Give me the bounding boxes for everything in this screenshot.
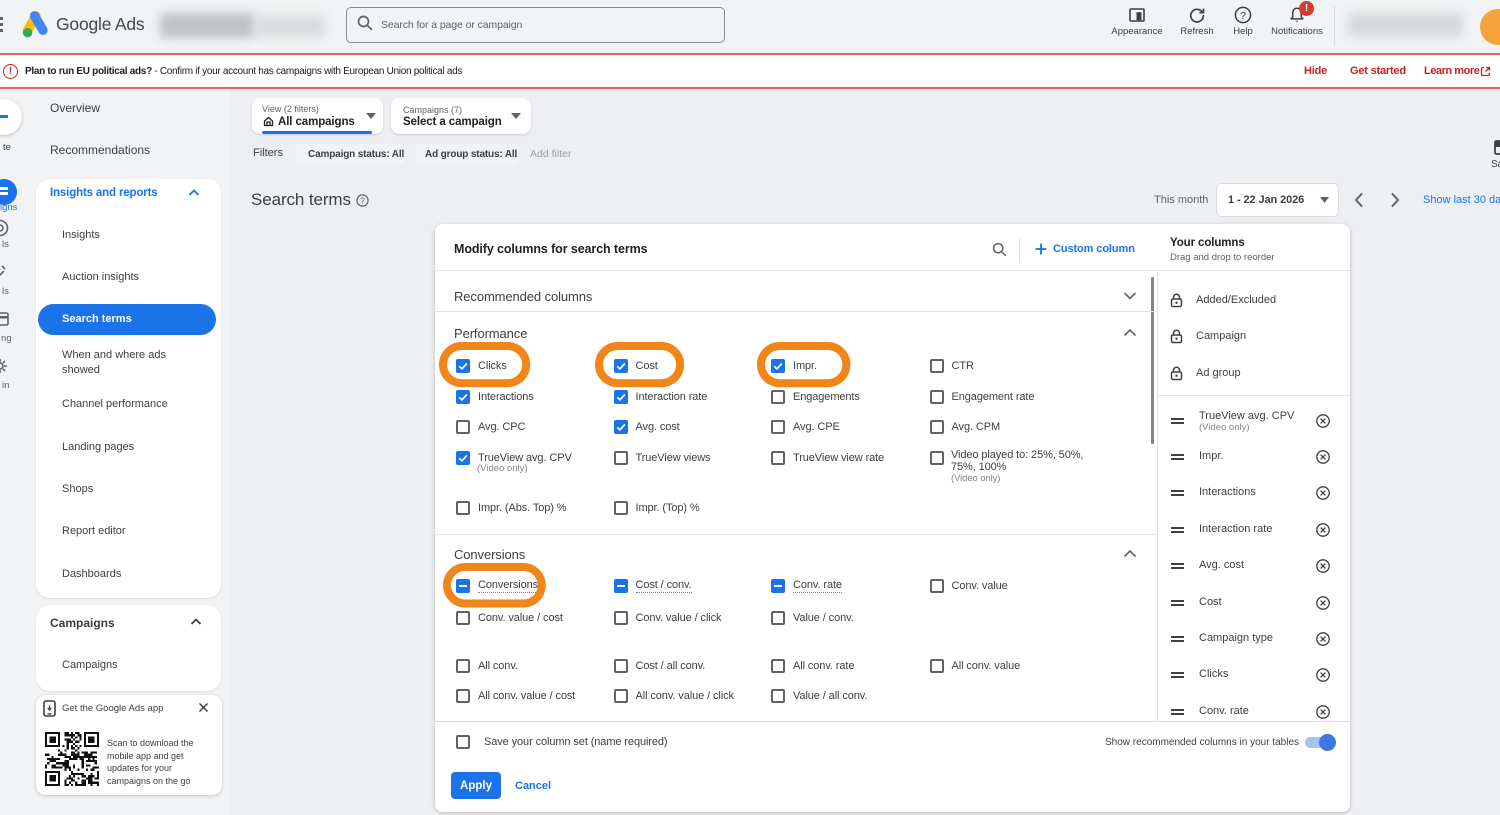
svg-text:?: ? bbox=[360, 196, 365, 206]
svg-text:?: ? bbox=[1240, 10, 1246, 22]
